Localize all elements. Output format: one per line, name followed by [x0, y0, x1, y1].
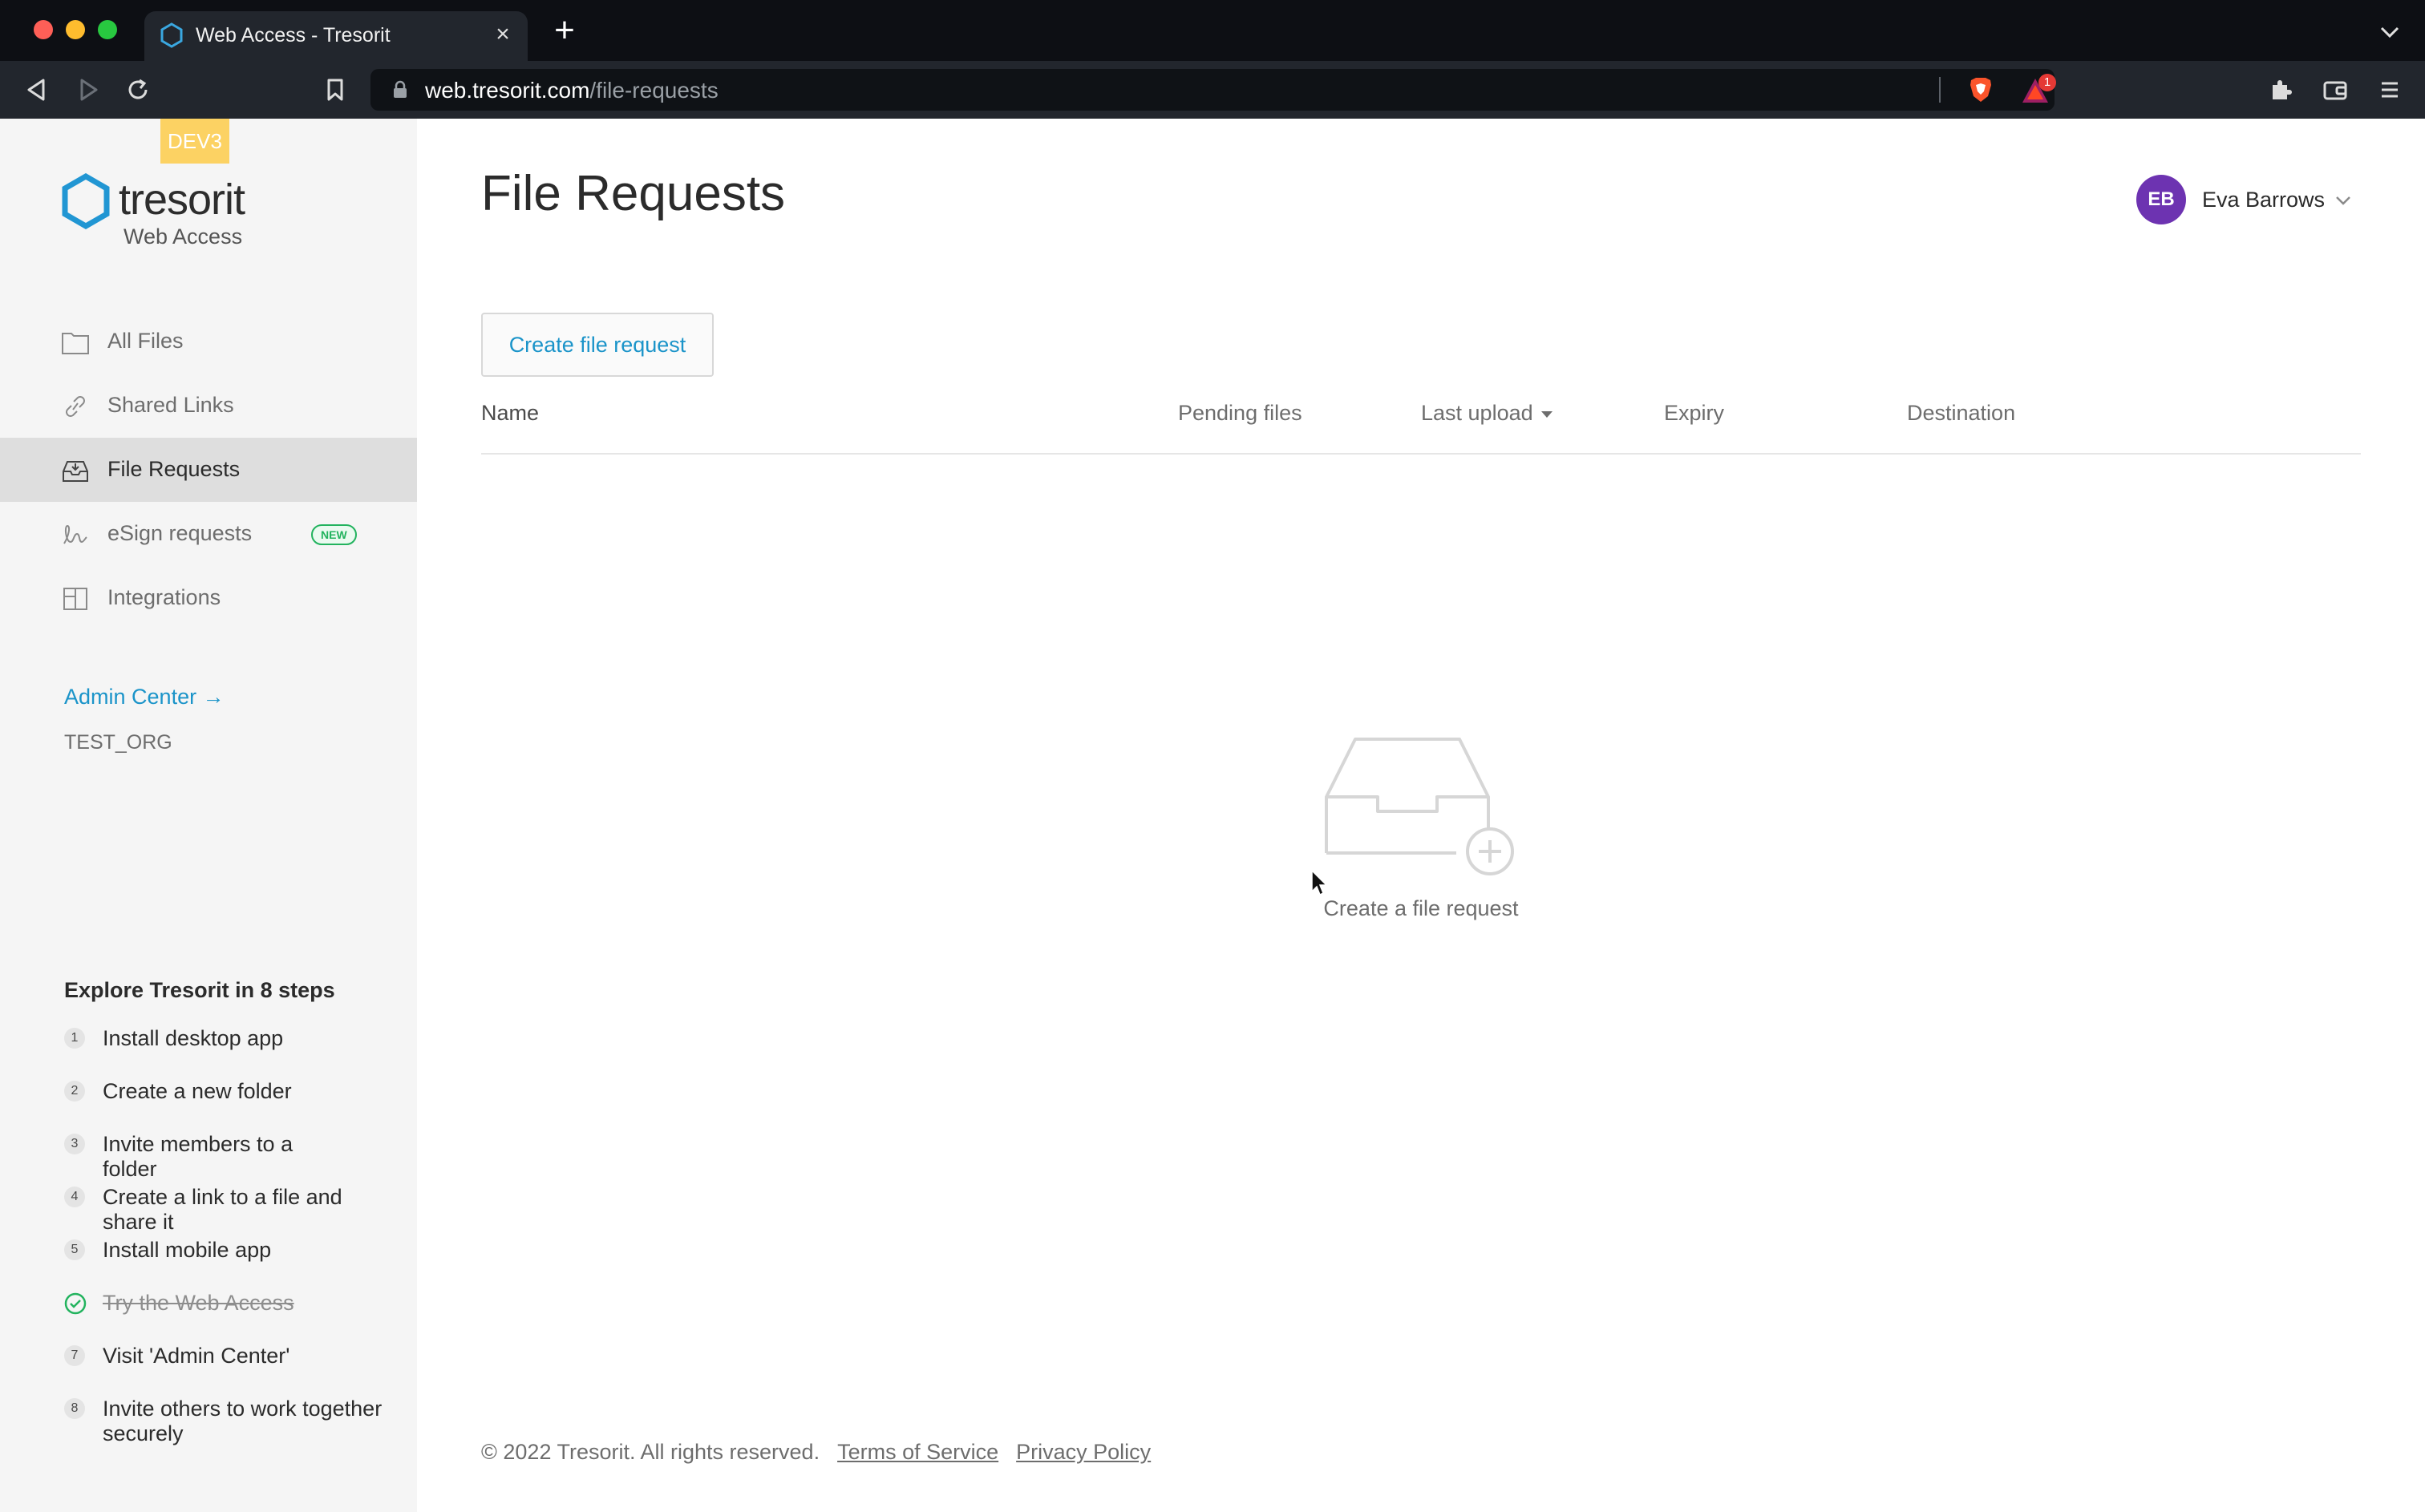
step-number: 5: [64, 1239, 85, 1260]
reload-icon[interactable]: [122, 74, 154, 106]
mouse-cursor-icon: [1311, 869, 1328, 896]
folder-icon: [62, 333, 89, 354]
table-header-divider: [481, 453, 2361, 455]
url-host: web.tresorit.com: [425, 78, 590, 103]
sidebar-item-shared-links[interactable]: Shared Links: [0, 374, 417, 438]
step-text: Install desktop app: [103, 1026, 284, 1050]
tab-close-icon[interactable]: ×: [488, 19, 518, 50]
step-text: Create a link to a file and share it: [103, 1185, 342, 1234]
step-text: Create a new folder: [103, 1079, 292, 1103]
lock-icon: [394, 80, 407, 98]
sidebar-item-integrations[interactable]: Integrations: [0, 566, 417, 630]
user-menu[interactable]: EB Eva Barrows: [2136, 175, 2361, 224]
sidebar-item-label: eSign requests: [107, 521, 253, 545]
brave-shields-icon[interactable]: [1966, 75, 1995, 104]
browser-titlebar: Web Access - Tresorit × +: [0, 0, 2425, 61]
step-text: Invite members to a folder: [103, 1132, 294, 1181]
integrations-icon: [63, 588, 87, 610]
new-tab-button[interactable]: +: [549, 13, 581, 48]
column-header-label: Last upload: [1421, 401, 1533, 425]
step-number: 1: [64, 1028, 85, 1049]
browser-tab-active[interactable]: Web Access - Tresorit ×: [144, 11, 528, 61]
organization-name: TEST_ORG: [64, 731, 172, 754]
user-name: Eva Barrows: [2202, 188, 2326, 212]
tresorit-favicon-icon: [160, 22, 183, 48]
url-text: web.tresorit.com/file-requests: [425, 78, 719, 103]
tab-title: Web Access - Tresorit: [196, 24, 391, 46]
copyright-text: © 2022 Tresorit. All rights reserved.: [481, 1440, 820, 1464]
url-divider: [1939, 77, 1941, 103]
chevron-down-icon[interactable]: [2377, 19, 2403, 45]
sort-descending-icon: [1540, 410, 1553, 418]
step-text: Install mobile app: [103, 1238, 272, 1262]
extensions-icon[interactable]: [2265, 74, 2297, 106]
footer: © 2022 Tresorit. All rights reserved. Ter…: [481, 1440, 1151, 1465]
explore-steps-title: Explore Tresorit in 8 steps: [64, 978, 335, 1002]
step-number: 7: [64, 1345, 85, 1366]
address-bar[interactable]: web.tresorit.com/file-requests 1: [370, 69, 2056, 111]
check-circle-icon: [64, 1292, 87, 1315]
terms-of-service-link[interactable]: Terms of Service: [837, 1440, 998, 1464]
empty-state-text[interactable]: Create a file request: [1315, 896, 1527, 921]
signature-icon: [63, 524, 87, 544]
sidebar-item-file-requests[interactable]: File Requests: [0, 438, 417, 502]
inbox-icon: [63, 461, 88, 482]
page-title: File Requests: [481, 166, 786, 221]
step-number: 2: [64, 1081, 85, 1102]
admin-center-link[interactable]: Admin Center →: [64, 685, 225, 710]
sidebar-item-label: File Requests: [107, 457, 241, 481]
menu-icon[interactable]: [2374, 74, 2406, 106]
create-file-request-button[interactable]: Create file request: [481, 313, 714, 377]
column-header-expiry[interactable]: Expiry: [1664, 401, 1724, 426]
avatar: EB: [2136, 175, 2186, 224]
step-number: 8: [64, 1398, 85, 1419]
sidebar-item-label: All Files: [107, 329, 184, 353]
step-text: Try the Web Access: [103, 1291, 294, 1315]
empty-inbox-illustration-icon[interactable]: [1323, 734, 1517, 877]
forward-icon[interactable]: [72, 74, 104, 106]
chevron-down-icon: [2336, 196, 2350, 205]
bookmark-icon[interactable]: [319, 74, 351, 106]
privacy-policy-link[interactable]: Privacy Policy: [1016, 1440, 1151, 1464]
window-minimize-button[interactable]: [66, 20, 85, 39]
sidebar-item-label: Shared Links: [107, 393, 234, 417]
step-text: Invite others to work together securely: [103, 1397, 383, 1445]
sidebar: DEV3 tresorit Web Access All Files Share…: [0, 119, 417, 1512]
rewards-badge: 1: [2038, 74, 2056, 91]
brave-rewards-button[interactable]: 1: [2021, 74, 2056, 107]
step-number: 4: [64, 1187, 85, 1207]
column-header-last-upload[interactable]: Last upload: [1421, 401, 1553, 426]
sidebar-item-all-files[interactable]: All Files: [0, 309, 417, 374]
wallet-icon[interactable]: [2319, 74, 2351, 106]
browser-toolbar: web.tresorit.com/file-requests 1: [0, 61, 2425, 119]
column-header-name[interactable]: Name: [481, 401, 539, 426]
column-header-destination[interactable]: Destination: [1907, 401, 2015, 426]
link-icon: [66, 396, 85, 417]
back-icon[interactable]: [21, 74, 53, 106]
new-badge: NEW: [311, 524, 357, 545]
logo-subtitle: Web Access: [123, 224, 243, 249]
url-path: /file-requests: [589, 78, 719, 103]
step-number: 3: [64, 1134, 85, 1154]
window-zoom-button[interactable]: [98, 20, 117, 39]
logo-wordmark: tresorit: [119, 176, 245, 224]
sidebar-item-esign-requests[interactable]: eSign requests NEW: [0, 502, 417, 566]
column-header-pending-files[interactable]: Pending files: [1178, 401, 1302, 426]
window-close-button[interactable]: [34, 20, 53, 39]
environment-badge: DEV3: [160, 119, 229, 164]
tresorit-logo-icon: [62, 173, 110, 229]
step-text: Visit 'Admin Center': [103, 1344, 290, 1368]
sidebar-item-label: Integrations: [107, 585, 221, 609]
